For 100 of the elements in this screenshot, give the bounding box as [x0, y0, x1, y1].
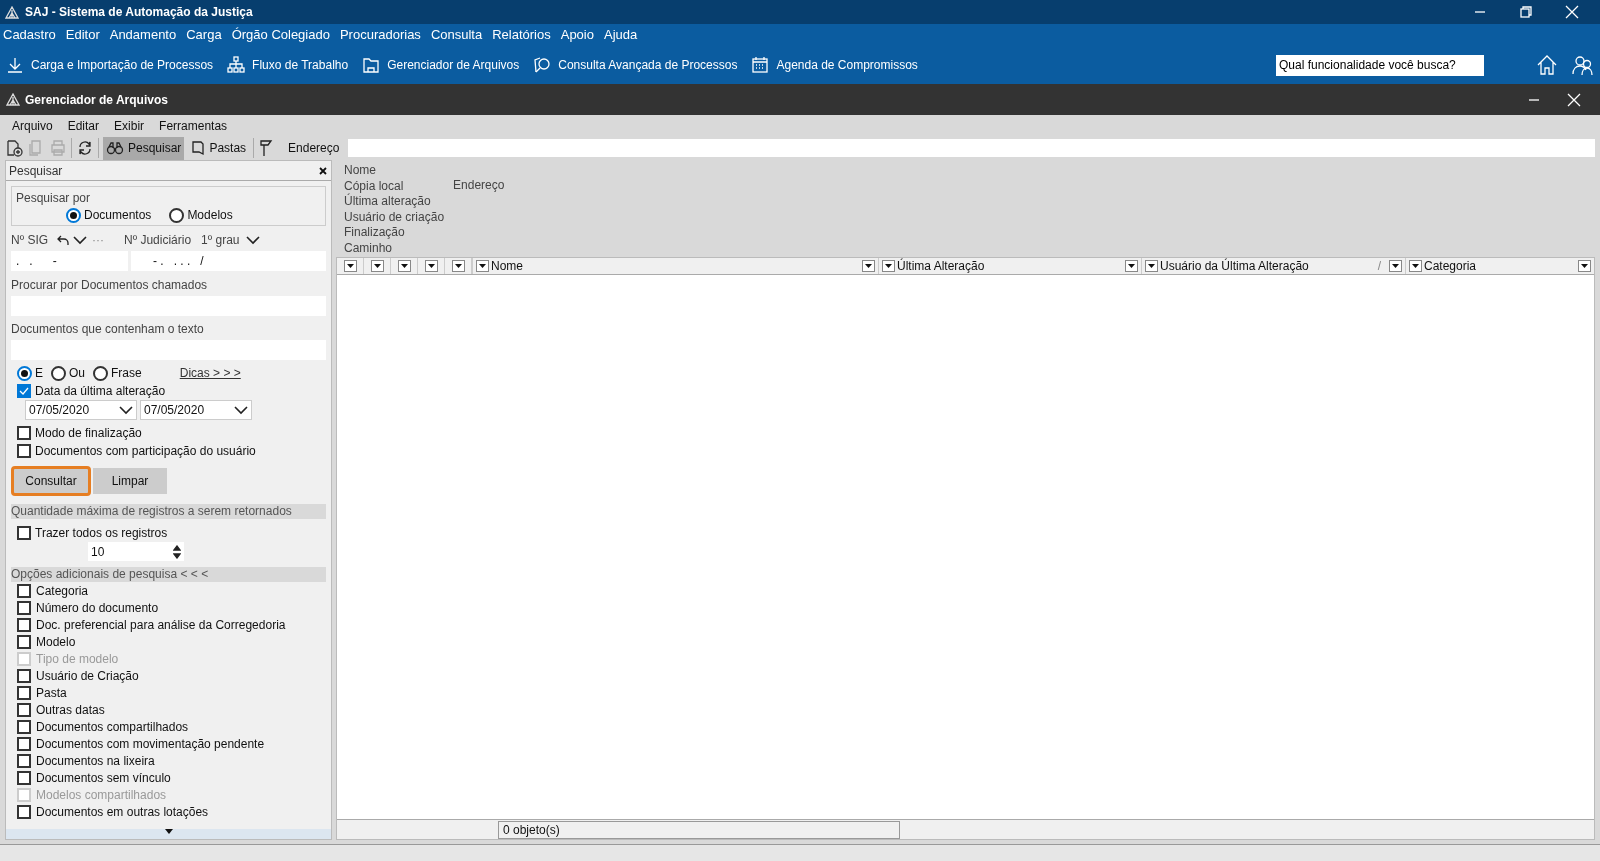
- users-icon: [1572, 54, 1594, 76]
- checkbox[interactable]: [17, 384, 31, 398]
- menu-item[interactable]: Andamento: [109, 25, 177, 45]
- check-icon: [19, 386, 29, 396]
- menu-item[interactable]: Exibir: [114, 116, 145, 135]
- toolbar-link[interactable]: Agenda de Compromissos: [751, 56, 918, 74]
- column-header[interactable]: Usuário da Última Alteração: [1160, 257, 1309, 275]
- checkbox[interactable]: [17, 426, 31, 440]
- radio-label: Frase: [111, 365, 142, 382]
- column-header[interactable]: Nome: [491, 257, 523, 275]
- filter-dropdown[interactable]: [451, 260, 465, 272]
- search-field[interactable]: Qual funcionalidade você busca?: [1276, 54, 1484, 76]
- checkbox[interactable]: [17, 600, 31, 615]
- toolbar-link[interactable]: Consulta Avançada de Processos: [533, 56, 738, 74]
- menu-item[interactable]: Cadastro: [3, 25, 56, 45]
- checkbox[interactable]: [17, 702, 31, 717]
- checkbox-label: Documentos com participação do usuário: [35, 443, 256, 460]
- toolbar-tab[interactable]: Pastas: [188, 136, 250, 160]
- checkbox[interactable]: [17, 685, 31, 700]
- checkbox[interactable]: [17, 617, 31, 632]
- checkbox[interactable]: [17, 526, 31, 540]
- app-logo-icon: [5, 5, 19, 19]
- checkbox[interactable]: [17, 668, 31, 683]
- checkbox-label: Documentos na lixeira: [36, 752, 155, 770]
- undo-icon: [57, 235, 69, 245]
- detail-label: Caminho: [344, 240, 394, 256]
- column-header[interactable]: Categoria: [1424, 257, 1477, 275]
- date-picker[interactable]: 07/05/2020: [25, 400, 137, 420]
- toolbar-link[interactable]: Fluxo de Trabalho: [227, 56, 349, 74]
- filter-dropdown[interactable]: [370, 260, 384, 272]
- judicial-number-field[interactable]: - . . . . /: [131, 251, 326, 271]
- radio-label: E: [35, 365, 43, 382]
- menu-item[interactable]: Arquivo: [12, 116, 53, 135]
- menu-item[interactable]: Relatórios: [492, 25, 551, 45]
- checkbox[interactable]: [17, 770, 31, 785]
- toolbar-link[interactable]: Gerenciador de Arquivos: [362, 56, 520, 74]
- caret-down-icon: [865, 263, 872, 269]
- radio-button[interactable]: [17, 365, 32, 381]
- date-picker[interactable]: 07/05/2020: [140, 400, 252, 420]
- checkbox[interactable]: [17, 444, 31, 458]
- filter-dropdown[interactable]: [1409, 260, 1422, 272]
- checkbox-label: Número do documento: [36, 599, 159, 617]
- detail-label: Endereço: [453, 178, 505, 194]
- caret-down-icon: [454, 263, 462, 269]
- menu-item[interactable]: Ajuda: [603, 25, 638, 45]
- tips-link[interactable]: Dicas > > >: [179, 364, 241, 382]
- caret-down-icon: [373, 263, 381, 269]
- filter-dropdown[interactable]: [1389, 260, 1402, 272]
- detail-label: Nome: [344, 163, 377, 179]
- filter-dropdown[interactable]: [862, 260, 875, 272]
- menu-item[interactable]: Editor: [65, 25, 100, 45]
- address-field[interactable]: [348, 139, 1595, 157]
- window-logo-icon: [6, 93, 20, 106]
- chevron-down-icon: [234, 405, 248, 415]
- refresh-icon: [76, 139, 94, 157]
- checkbox-label: Tipo de modelo: [36, 650, 119, 668]
- checkbox[interactable]: [17, 753, 31, 768]
- printer-icon: [49, 139, 67, 157]
- sort-mark: /: [1377, 258, 1381, 275]
- filter-dropdown[interactable]: [343, 260, 357, 272]
- checkbox[interactable]: [17, 634, 31, 649]
- toolbar-tab[interactable]: Pesquisar: [103, 136, 185, 160]
- menu-item[interactable]: Carga: [186, 25, 222, 45]
- radio-button[interactable]: [51, 365, 66, 381]
- filter-dropdown[interactable]: [1145, 260, 1158, 272]
- menu-item[interactable]: Ferramentas: [159, 116, 228, 135]
- filter-dropdown[interactable]: [1125, 260, 1138, 272]
- menu-item[interactable]: Apoio: [560, 25, 594, 45]
- radio-label: Modelos: [187, 207, 233, 224]
- hierarchy-icon: [227, 56, 246, 74]
- spinner-arrows-icon: [173, 544, 181, 559]
- radio-button[interactable]: [93, 365, 109, 381]
- filter-dropdown[interactable]: [1578, 260, 1591, 272]
- sig-number-field[interactable]: . . -: [11, 251, 128, 271]
- checkbox[interactable]: [17, 583, 31, 598]
- radio-button[interactable]: [169, 207, 185, 223]
- menu-item[interactable]: Consulta: [430, 25, 483, 45]
- detail-label: Finalização: [344, 225, 406, 241]
- binoculars-icon: [106, 141, 124, 155]
- calendar-icon: [751, 56, 770, 74]
- checkbox[interactable]: [17, 804, 31, 819]
- filter-dropdown[interactable]: [476, 260, 489, 272]
- number-spinner[interactable]: 10: [88, 542, 184, 561]
- menu-item[interactable]: Procuradorias: [339, 25, 421, 45]
- checkbox-label: Doc. preferencial para análise da Corregedoria: [36, 616, 286, 634]
- action-button[interactable]: Consultar: [11, 466, 91, 496]
- radio-button[interactable]: [66, 207, 81, 223]
- checkbox-label: Documentos com movimentação pendente: [36, 735, 265, 753]
- chevron-down-icon: [119, 405, 133, 415]
- checkbox-label: Modelo: [36, 633, 76, 651]
- menu-item[interactable]: Editar: [67, 116, 100, 135]
- filter-dropdown[interactable]: [397, 260, 411, 272]
- toolbar-link[interactable]: Carga e Importação de Processos: [6, 56, 214, 74]
- filter-dropdown[interactable]: [882, 260, 895, 272]
- checkbox[interactable]: [17, 719, 31, 734]
- action-button[interactable]: Limpar: [93, 468, 167, 494]
- filter-dropdown[interactable]: [424, 260, 438, 272]
- checkbox[interactable]: [17, 736, 31, 751]
- column-header[interactable]: Última Alteração: [897, 257, 985, 275]
- menu-item[interactable]: Órgão Colegiado: [231, 25, 330, 45]
